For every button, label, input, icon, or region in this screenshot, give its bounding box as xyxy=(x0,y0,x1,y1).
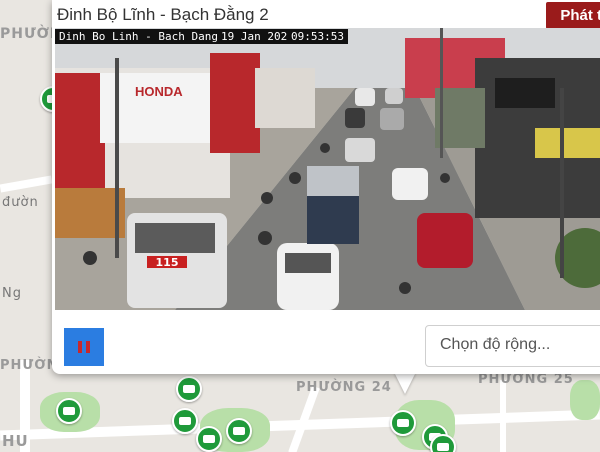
map-park xyxy=(570,380,600,420)
pause-icon xyxy=(78,341,82,353)
map-label-phuong-24: PHƯỜNG 24 xyxy=(296,380,392,395)
camera-marker-icon[interactable] xyxy=(226,418,252,444)
camera-video-frame: 115 HONDA Dinh Bo Linh - Bach Dang 2 19 … xyxy=(55,28,600,310)
video-overlay-date: 19 Jan 2025 xyxy=(217,29,298,44)
camera-marker-icon[interactable] xyxy=(196,426,222,452)
play-button[interactable]: Phát t xyxy=(546,2,600,29)
camera-marker-icon[interactable] xyxy=(390,410,416,436)
ambulance-number: 115 xyxy=(156,256,179,269)
traffic-scene: 115 HONDA xyxy=(55,28,600,310)
video-overlay-location: Dinh Bo Linh - Bach Dang 2 xyxy=(55,29,236,44)
store-sign: HONDA xyxy=(135,84,183,99)
map-label-hu: HU xyxy=(2,432,29,450)
camera-marker-icon[interactable] xyxy=(172,408,198,434)
map-road xyxy=(500,380,506,452)
pause-icon xyxy=(86,341,90,353)
popup-pointer xyxy=(394,372,416,394)
camera-marker-icon[interactable] xyxy=(176,376,202,402)
camera-marker-icon[interactable] xyxy=(56,398,82,424)
map-label-duong: đườn xyxy=(2,195,39,210)
popup-title: Đinh Bộ Lĩnh - Bạch Đằng 2 xyxy=(57,5,269,24)
video-overlay-time: 09:53:53 xyxy=(287,29,348,44)
camera-popup: Đinh Bộ Lĩnh - Bạch Đằng 2 Phát t 115 HO… xyxy=(52,0,600,374)
map-road xyxy=(0,175,53,193)
map-label-ng: Ng xyxy=(2,286,22,301)
pause-button[interactable] xyxy=(64,328,104,366)
width-select[interactable]: Chọn độ rộng... xyxy=(425,325,600,367)
map-label-phuong-25: PHƯỜNG 25 xyxy=(478,372,574,387)
